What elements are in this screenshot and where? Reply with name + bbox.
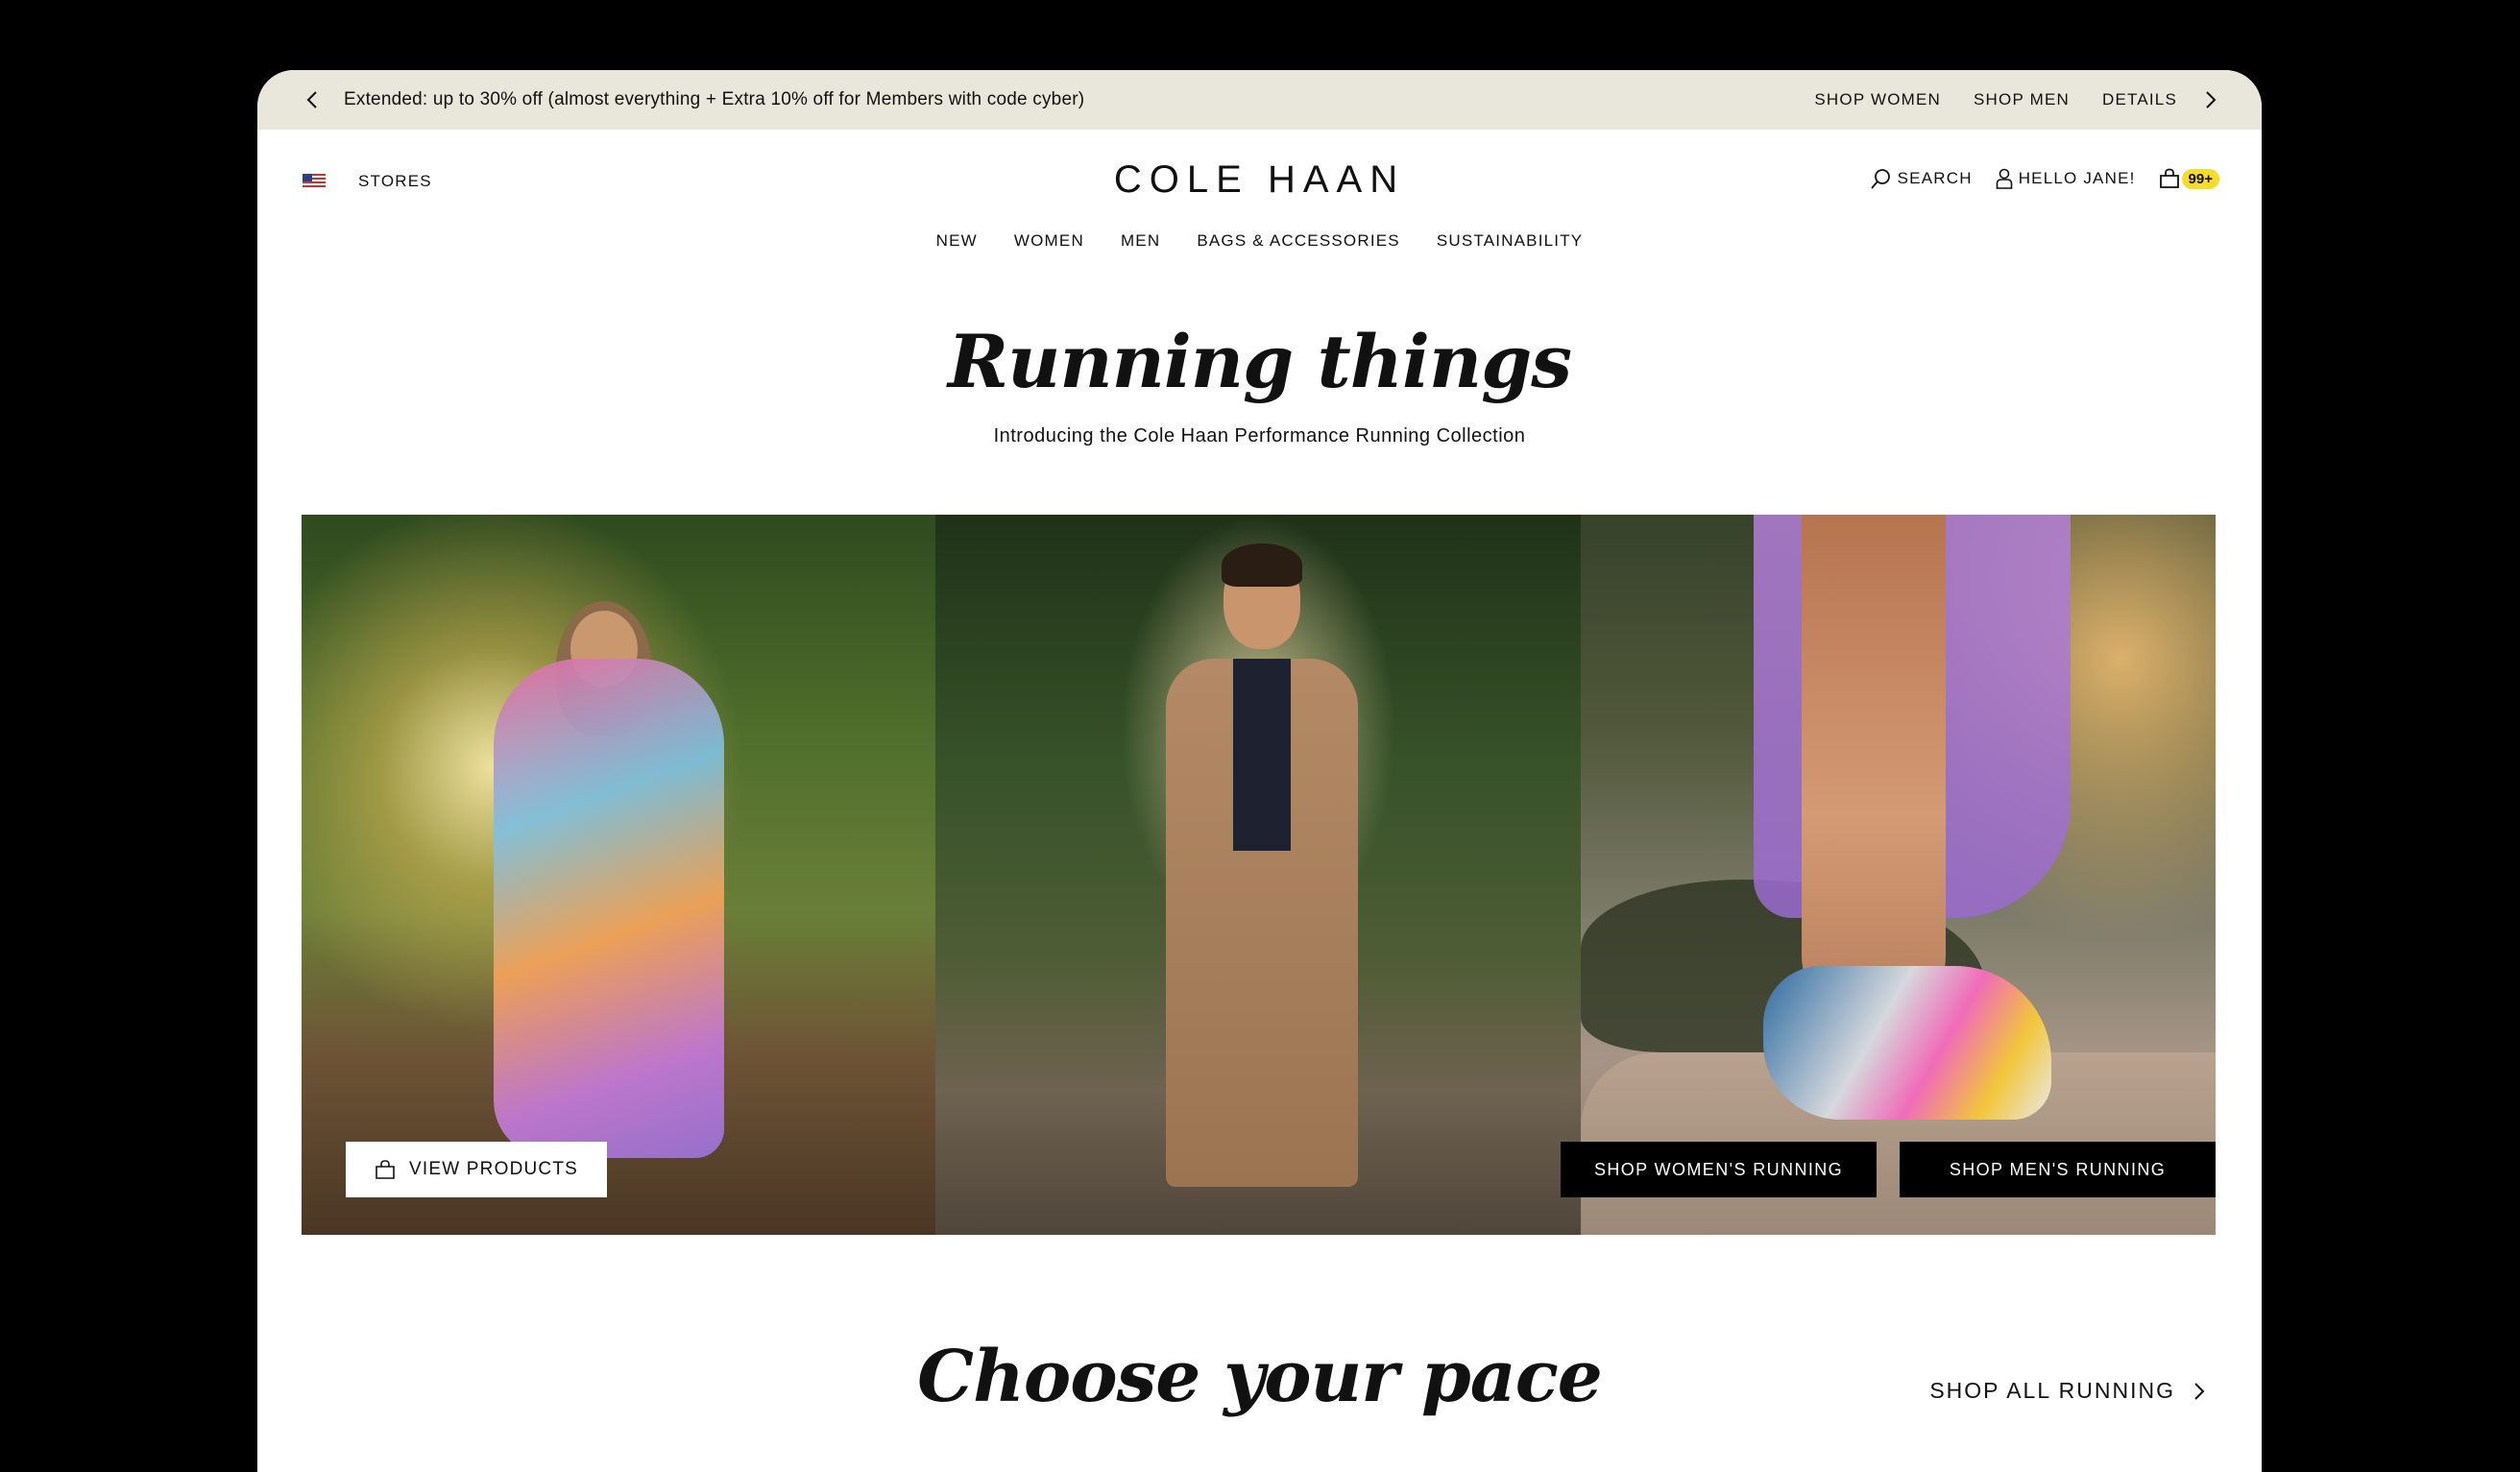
nav-item-men[interactable]: MEN	[1121, 231, 1160, 251]
search-icon	[1870, 169, 1890, 189]
section-title-choose-pace: Choose your pace	[917, 1336, 1603, 1418]
shop-all-running-link[interactable]: SHOP ALL RUNNING	[1929, 1378, 2206, 1404]
promo-bar: Extended: up to 30% off (almost everythi…	[257, 70, 2262, 130]
search-button[interactable]: SEARCH	[1870, 168, 1973, 189]
hero-subtitle: Introducing the Cole Haan Performance Ru…	[993, 425, 1526, 446]
promo-links: SHOP WOMEN SHOP MEN DETAILS	[1814, 90, 2177, 109]
promo-link-shop-women[interactable]: SHOP WOMEN	[1814, 90, 1941, 109]
shop-mens-running-button[interactable]: SHOP MEN'S RUNNING	[1900, 1142, 2216, 1197]
shopping-bag-icon	[2159, 168, 2179, 188]
nav-item-sustainability[interactable]: SUSTAINABILITY	[1437, 231, 1584, 251]
nav-item-new[interactable]: NEW	[936, 231, 978, 251]
hero-image-woman-dress[interactable]	[302, 515, 935, 1235]
chevron-right-icon	[2194, 1382, 2205, 1400]
promo-message[interactable]: Extended: up to 30% off (almost everythi…	[344, 89, 1814, 110]
chevron-right-icon	[2206, 91, 2217, 109]
chevron-left-icon	[306, 91, 317, 109]
hero-image-strip: VIEW PRODUCTS SHOP WOMEN'S RUNNING SHOP …	[302, 515, 2216, 1235]
user-icon	[1996, 168, 2012, 189]
nav-item-women[interactable]: WOMEN	[1014, 231, 1084, 251]
hero-image-man-suit[interactable]	[935, 515, 1581, 1235]
cart-count-badge: 99+	[2181, 168, 2219, 189]
account-button[interactable]: HELLO JANE!	[1996, 168, 2136, 189]
view-products-label: VIEW PRODUCTS	[408, 1159, 579, 1179]
shopping-bag-icon	[376, 1160, 395, 1179]
cart-button[interactable]: 99+	[2159, 168, 2219, 189]
search-label: SEARCH	[1897, 169, 1973, 187]
promo-link-details[interactable]: DETAILS	[2102, 90, 2177, 109]
promo-link-shop-men[interactable]: SHOP MEN	[1974, 90, 2070, 109]
hero-title: Running things	[947, 319, 1572, 404]
shop-womens-running-button[interactable]: SHOP WOMEN'S RUNNING	[1561, 1142, 1877, 1197]
account-label: HELLO JANE!	[2018, 169, 2136, 187]
shop-all-running-label: SHOP ALL RUNNING	[1929, 1378, 2175, 1403]
hero-image-sneaker-closeup[interactable]	[1581, 515, 2216, 1235]
nav-item-bags-accessories[interactable]: BAGS & ACCESSORIES	[1197, 231, 1400, 251]
main-nav: NEW WOMEN MEN BAGS & ACCESSORIES SUSTAIN…	[257, 231, 2262, 251]
promo-prev-button[interactable]	[302, 89, 323, 110]
view-products-button[interactable]: VIEW PRODUCTS	[346, 1142, 607, 1197]
site-header: STORES COLE HAAN SEARCH HELLO JANE! 99+	[257, 130, 2262, 226]
header-utilities: SEARCH HELLO JANE! 99+	[1870, 168, 2219, 189]
browser-viewport: Extended: up to 30% off (almost everythi…	[257, 70, 2262, 1472]
promo-next-button[interactable]	[2200, 89, 2221, 110]
